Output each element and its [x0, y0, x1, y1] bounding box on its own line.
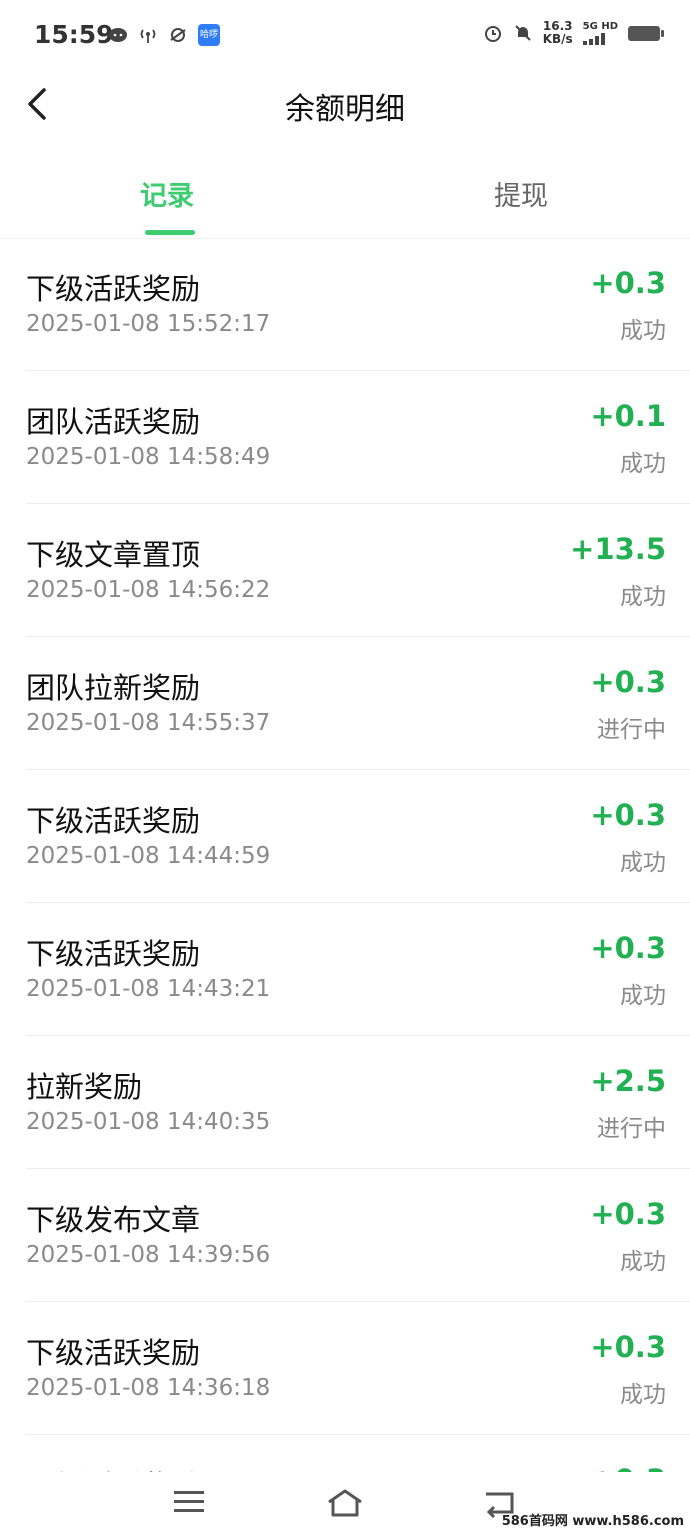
record-title: 拉新奖励: [26, 1070, 143, 1104]
record-amount: +13.5: [570, 532, 666, 566]
record-row[interactable]: 团队拉新奖励 2025-01-08 14:55:37 +0.3 进行中: [26, 637, 690, 770]
record-title: 下级活跃奖励: [26, 272, 201, 306]
menu-icon[interactable]: [172, 1488, 206, 1516]
record-row[interactable]: 拉新奖励 2025-01-08 14:40:35 +2.5 进行中: [26, 1036, 690, 1169]
record-status: 成功: [620, 584, 666, 610]
record-title: 团队活跃奖励: [26, 405, 201, 439]
record-amount: +0.1: [590, 399, 666, 433]
signal-group: 5G HD: [582, 21, 618, 45]
hotspot-icon: [140, 29, 156, 43]
status-right: 16.3 KB/s 5G HD: [483, 20, 664, 46]
record-amount: +0.3: [590, 1197, 666, 1231]
status-app-icons: 哈啰: [108, 24, 220, 46]
record-status: 成功: [620, 850, 666, 876]
record-time: 2025-01-08 14:43:21: [26, 976, 271, 1002]
record-amount: +0.3: [590, 266, 666, 300]
network-speed-unit: KB/s: [542, 32, 573, 46]
record-status: 进行中: [597, 1116, 666, 1142]
record-time: 2025-01-08 14:44:59: [26, 843, 271, 869]
record-time: 2025-01-08 14:55:37: [26, 710, 271, 736]
alarm-icon: [484, 26, 501, 42]
nav-header: 余额明细: [0, 72, 690, 136]
status-time: 15:59: [34, 20, 114, 49]
records-list[interactable]: 下级活跃奖励 2025-01-08 15:52:17 +0.3 成功 团队活跃奖…: [0, 238, 690, 1472]
record-title: 下级活跃奖励: [26, 937, 201, 971]
record-title: 下级活跃奖励: [26, 804, 201, 838]
record-title: 下级文章置顶: [26, 538, 201, 572]
hello-app-icon: 哈啰: [198, 24, 220, 46]
battery-icon: [628, 25, 664, 41]
orbit-app-icon: [170, 28, 186, 42]
record-status: 进行中: [597, 717, 666, 743]
active-tab-indicator: [145, 230, 195, 235]
tab-records[interactable]: 记录: [140, 174, 194, 213]
record-time: 2025-01-08 14:36:18: [26, 1375, 271, 1401]
watermark: 586首码网 www.h586.com: [501, 1514, 684, 1529]
record-row[interactable]: 下级文章置顶 2025-01-08 14:56:22 +13.5 成功: [26, 504, 690, 637]
record-row[interactable]: 下级活跃奖励 +0.3: [26, 1435, 690, 1472]
record-row[interactable]: 下级活跃奖励 2025-01-08 15:52:17 +0.3 成功: [26, 238, 690, 371]
record-row[interactable]: 下级活跃奖励 2025-01-08 14:43:21 +0.3 成功: [26, 903, 690, 1036]
record-amount: +0.3: [590, 1330, 666, 1364]
record-row[interactable]: 团队活跃奖励 2025-01-08 14:58:49 +0.1 成功: [26, 371, 690, 504]
record-title: 团队拉新奖励: [26, 671, 201, 705]
tab-bar: 记录 提现: [0, 160, 690, 239]
record-time: 2025-01-08 15:52:17: [26, 311, 271, 337]
record-status: 成功: [620, 451, 666, 477]
record-status: 成功: [620, 1249, 666, 1275]
record-status: 成功: [620, 983, 666, 1009]
chat-bubble-icon: [109, 28, 127, 42]
network-speed: 16.3 KB/s: [543, 20, 573, 46]
record-time: 2025-01-08 14:40:35: [26, 1109, 271, 1135]
record-status: 成功: [620, 318, 666, 344]
record-time: 2025-01-08 14:56:22: [26, 577, 271, 603]
record-row[interactable]: 下级发布文章 2025-01-08 14:39:56 +0.3 成功: [26, 1169, 690, 1302]
record-amount: +0.3: [590, 931, 666, 965]
mute-bell-icon: [514, 25, 531, 41]
signal-icon: [582, 33, 605, 45]
record-status: 成功: [620, 1382, 666, 1408]
record-time: 2025-01-08 14:39:56: [26, 1242, 271, 1268]
tab-withdraw[interactable]: 提现: [494, 174, 548, 213]
record-time: 2025-01-08 14:58:49: [26, 444, 271, 470]
page-title: 余额明细: [285, 92, 405, 127]
network-type: 5G HD: [582, 21, 618, 32]
home-icon[interactable]: [326, 1488, 364, 1518]
record-amount: +0.3: [590, 798, 666, 832]
record-amount: +0.3: [590, 665, 666, 699]
status-bar: 15:59 哈啰 16.3 KB/s 5G HD: [0, 0, 690, 72]
record-row[interactable]: 下级活跃奖励 2025-01-08 14:44:59 +0.3 成功: [26, 770, 690, 903]
record-title: 下级活跃奖励: [26, 1463, 200, 1472]
record-amount: +2.5: [590, 1064, 666, 1098]
record-title: 下级发布文章: [26, 1203, 201, 1237]
record-title: 下级活跃奖励: [26, 1336, 201, 1370]
record-amount: +0.3: [590, 1463, 666, 1472]
record-row[interactable]: 下级活跃奖励 2025-01-08 14:36:18 +0.3 成功: [26, 1302, 690, 1435]
